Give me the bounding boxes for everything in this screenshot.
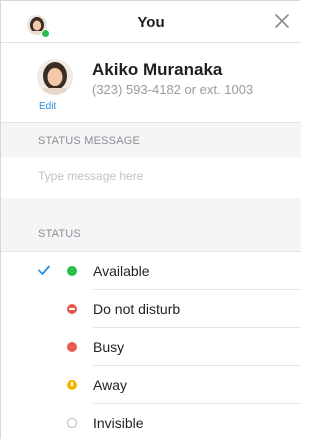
busy-dot-icon	[67, 342, 77, 352]
status-option-away[interactable]: Away	[1, 366, 301, 404]
status-message-row	[1, 157, 301, 198]
panel-header: You	[1, 1, 301, 43]
user-name: Akiko Muranaka	[92, 60, 223, 79]
section-label: STATUS	[38, 228, 81, 240]
status-label: Away	[93, 377, 127, 393]
checkmark-icon	[38, 265, 50, 275]
page-title: You	[137, 14, 165, 31]
user-phone: (323) 593-4182 or ext. 1003	[92, 82, 254, 97]
status-label: Invisible	[93, 415, 144, 431]
close-icon	[275, 14, 289, 28]
status-option-invisible[interactable]: Invisible	[1, 404, 301, 439]
section-label: STATUS MESSAGE	[38, 135, 141, 147]
status-option-do-not-disturb[interactable]: Do not disturb	[1, 290, 301, 328]
away-clock-icon	[67, 380, 77, 390]
status-label: Busy	[93, 339, 125, 355]
status-message-input[interactable]	[38, 169, 288, 183]
status-label: Available	[93, 263, 150, 279]
status-option-available[interactable]: Available	[1, 252, 301, 290]
status-label: Do not disturb	[93, 301, 181, 317]
user-photo-icon	[37, 59, 73, 95]
status-list: Available Do not disturb Busy Away Invis…	[1, 252, 301, 439]
invisible-circle-icon	[67, 418, 77, 428]
status-option-busy[interactable]: Busy	[1, 328, 301, 366]
close-button[interactable]	[271, 10, 293, 32]
profile-avatar[interactable]	[37, 59, 73, 95]
status-panel: You Edit Akiko Muranaka (323) 593-4182 o…	[0, 0, 301, 439]
available-dot-icon	[67, 266, 77, 276]
do-not-disturb-icon	[67, 304, 77, 314]
status-message-section-header: STATUS MESSAGE	[1, 122, 301, 158]
status-section-header: STATUS	[1, 216, 301, 252]
edit-profile-link[interactable]: Edit	[39, 101, 56, 112]
profile-card: Edit Akiko Muranaka (323) 593-4182 or ex…	[1, 44, 301, 122]
